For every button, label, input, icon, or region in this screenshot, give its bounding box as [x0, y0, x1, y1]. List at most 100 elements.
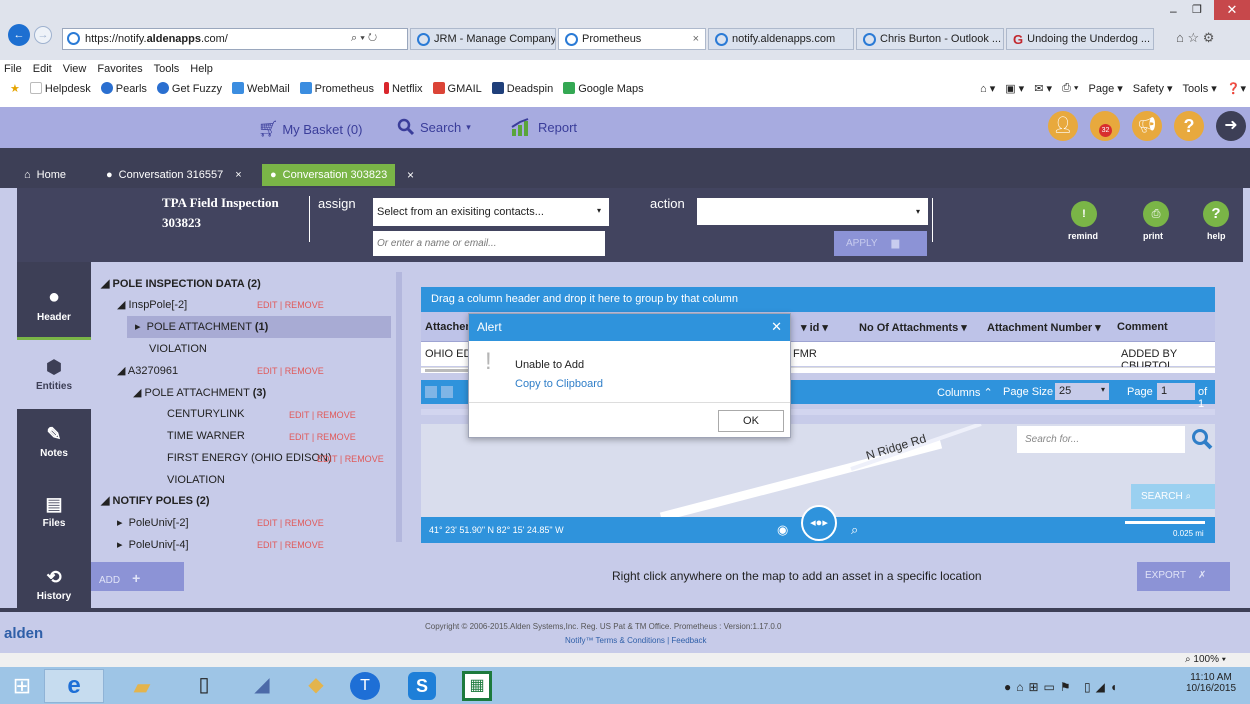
sidebar-item-files[interactable]: ▤ Files	[17, 475, 91, 547]
edit-remove-links[interactable]: EDIT | REMOVE	[257, 366, 324, 376]
clock[interactable]: 11:10 AM 10/16/2015	[1186, 672, 1236, 694]
fav-pearls[interactable]: Pearls	[100, 82, 147, 95]
restore-icon[interactable]: ❐	[1192, 3, 1202, 16]
edit-remove-links[interactable]: EDIT | REMOVE	[289, 410, 356, 420]
fav-google-maps[interactable]: Google Maps	[563, 82, 644, 95]
tree-node[interactable]: ◢ POLE ATTACHMENT (3)	[133, 386, 266, 399]
page-size-select[interactable]: 25 ▾	[1055, 383, 1109, 400]
columns-menu[interactable]: Columns ⌃	[937, 386, 993, 399]
edit-remove-links[interactable]: EDIT | REMOVE	[317, 454, 384, 464]
browser-tab[interactable]: Chris Burton - Outlook ...	[856, 28, 1004, 50]
search-menu-button[interactable]: Search ▾	[397, 118, 471, 136]
sidebar-item-notes[interactable]: ✎ Notes	[17, 405, 91, 477]
menu-tools[interactable]: Tools	[154, 63, 180, 75]
col-id[interactable]: ▾ id ▾	[801, 321, 828, 334]
taskbar-t-icon[interactable]: T	[350, 672, 380, 700]
fav-helpdesk[interactable]: Helpdesk	[29, 82, 91, 95]
browser-tab[interactable]: notify.aldenapps.com	[708, 28, 854, 50]
tree-node[interactable]: ◢ A3270961	[117, 364, 178, 377]
col-attacher[interactable]: Attacher	[425, 321, 470, 333]
map-search-icon[interactable]	[1191, 428, 1213, 450]
terms-feedback-links[interactable]: Notify™ Terms & Conditions | Feedback	[565, 636, 707, 645]
report-button[interactable]: Report	[510, 117, 577, 137]
address-url[interactable]: https://notify.aldenapps.com/	[85, 33, 228, 45]
zoom-icon[interactable]: ⌕	[851, 522, 858, 538]
taskbar-ie-icon[interactable]: e	[44, 669, 104, 703]
ok-button[interactable]: OK	[718, 410, 784, 432]
start-windows-icon[interactable]: ⊞	[6, 673, 38, 699]
sidebar-item-header[interactable]: ● Header	[17, 268, 91, 340]
remove-link[interactable]: REMOVE	[317, 432, 356, 442]
tree-scrollbar[interactable]	[396, 272, 402, 542]
prev-page-icon[interactable]	[441, 386, 453, 398]
taskbar-spreadsheet-icon[interactable]: ▦	[462, 671, 492, 701]
tree-node[interactable]: ◢ NOTIFY POLES (2)	[101, 494, 210, 507]
sidebar-item-entities[interactable]: ⬢ Entities	[17, 337, 91, 409]
alerts-icon[interactable]: 32	[1090, 111, 1120, 141]
tree-node[interactable]: ◢ InspPole[-2]	[117, 298, 187, 311]
minimize-icon[interactable]: –	[1170, 4, 1177, 18]
action-select[interactable]: ▾	[697, 198, 928, 225]
taskbar-skype-icon[interactable]: S	[408, 672, 436, 700]
group-by-bar[interactable]: Drag a column header and drop it here to…	[421, 287, 1215, 312]
menu-edit[interactable]: Edit	[33, 63, 52, 75]
map-search-input[interactable]: Search for...	[1017, 426, 1185, 453]
fav-netflix[interactable]: Netflix	[383, 82, 423, 95]
close-window-icon[interactable]: ✕	[1214, 0, 1250, 20]
tree-node-selected[interactable]: ▸ POLE ATTACHMENT (1)	[127, 316, 391, 338]
tree-node[interactable]: TIME WARNER	[167, 430, 245, 442]
home-icon[interactable]: ⌂ ▾	[980, 82, 995, 95]
dialog-close-icon[interactable]: ✕	[771, 319, 782, 335]
first-page-icon[interactable]	[425, 386, 437, 398]
copy-to-clipboard-link[interactable]: Copy to Clipboard	[515, 378, 603, 390]
safety-menu[interactable]: Safety ▾	[1133, 82, 1173, 95]
fav-gmail[interactable]: GMAIL	[432, 82, 482, 95]
edit-link[interactable]: EDIT	[317, 454, 337, 464]
home-star-gear-icons[interactable]: ⌂ ☆ ⚙	[1176, 30, 1214, 46]
tab-close-icon[interactable]: ×	[235, 169, 241, 181]
help-question-icon[interactable]: ?	[1174, 111, 1204, 141]
page-menu[interactable]: Page ▾	[1089, 82, 1123, 95]
tree-node[interactable]: FIRST ENERGY (OHIO EDISON)	[167, 452, 332, 464]
back-icon[interactable]: ←	[8, 24, 30, 46]
tab-close-icon[interactable]: ×	[407, 168, 414, 182]
favorites-star-icon[interactable]: ★	[10, 82, 20, 95]
my-basket-button[interactable]: 🛒︎ My Basket (0)	[258, 119, 363, 139]
menu-help[interactable]: Help	[190, 63, 213, 75]
browser-tab[interactable]: G Undoing the Underdog ...	[1006, 28, 1154, 50]
edit-remove-links[interactable]: EDIT | REMOVE	[289, 432, 356, 442]
help-icon[interactable]: ?	[1203, 201, 1229, 227]
add-button[interactable]: ADD +	[91, 562, 184, 591]
remind-icon[interactable]: !	[1071, 201, 1097, 227]
fav-prometheus[interactable]: Prometheus	[299, 82, 374, 95]
menu-file[interactable]: File	[4, 63, 22, 75]
edit-link[interactable]: EDIT	[257, 366, 277, 376]
feeds-icon[interactable]: ▣ ▾	[1005, 82, 1024, 95]
taskbar-app-icon[interactable]: ◢	[240, 672, 284, 700]
apply-button[interactable]: APPLY ▆	[834, 231, 927, 256]
search-refresh-icon[interactable]: ⌕ ▾ ↻	[351, 32, 377, 45]
col-no-of-attachments[interactable]: No Of Attachments ▾	[859, 321, 967, 334]
fav-webmail[interactable]: WebMail	[232, 82, 290, 95]
tree-node[interactable]: ◢ POLE INSPECTION DATA (2)	[101, 277, 261, 290]
tree-node[interactable]: ▸ PoleUniv[-2]	[117, 516, 189, 529]
name-email-input[interactable]: Or enter a name or email...	[373, 231, 605, 256]
taskbar-folder-icon[interactable]: ◆	[294, 672, 338, 700]
mail-icon[interactable]: ✉ ▾	[1034, 82, 1052, 95]
user-icon[interactable]: 👤︎	[1048, 111, 1078, 141]
browser-tab[interactable]: JRM - Manage Company	[410, 28, 556, 50]
zoom-level[interactable]: ⌕ 100% ▾	[1185, 654, 1226, 665]
map-search-button[interactable]: SEARCH ⌕	[1131, 484, 1215, 509]
tree-node[interactable]: VIOLATION	[167, 474, 225, 486]
forward-icon[interactable]: →	[34, 26, 52, 44]
remove-link[interactable]: REMOVE	[345, 454, 384, 464]
eye-icon[interactable]: ◉	[777, 522, 788, 538]
browser-tab-active[interactable]: Prometheus ×	[558, 28, 706, 50]
tab-conversation-316557[interactable]: ● Conversation 316557 ×	[98, 164, 250, 186]
taskbar-explorer-icon[interactable]: ▰	[120, 674, 164, 700]
print-icon[interactable]: ⎙	[1143, 201, 1169, 227]
pan-control-icon[interactable]: ◂●▸	[801, 505, 837, 541]
taskbar-phone-icon[interactable]: ▯	[182, 672, 226, 700]
tree-node[interactable]: ▸ PoleUniv[-4]	[117, 538, 189, 551]
fav-deadspin[interactable]: Deadspin	[491, 82, 553, 95]
